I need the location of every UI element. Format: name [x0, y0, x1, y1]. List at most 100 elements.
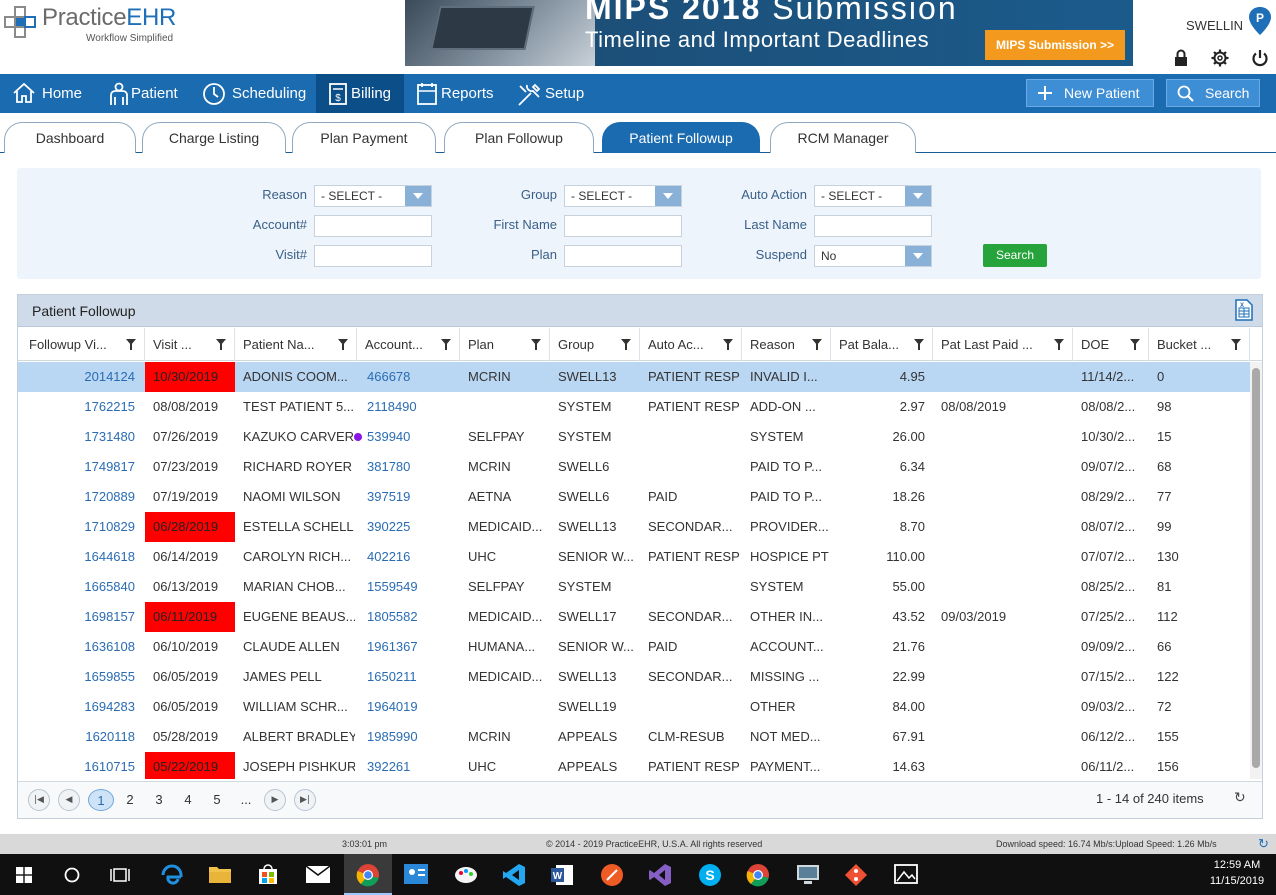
filter-icon[interactable] [723, 339, 733, 350]
table-row[interactable]: 1665840 06/13/2019 MARIAN CHOB... 1559549 SE… [18, 572, 1250, 602]
cell-followup[interactable]: 1620118 [21, 722, 135, 752]
lock-icon[interactable] [1173, 49, 1189, 67]
new-patient-button[interactable]: New Patient [1026, 79, 1154, 107]
table-row[interactable]: 1694283 06/05/2019 WILLIAM SCHR... 1964019 S… [18, 692, 1250, 722]
cell-account[interactable]: 1985990 [367, 722, 457, 752]
task-view-button[interactable] [96, 854, 144, 895]
cell-followup[interactable]: 1749817 [21, 452, 135, 482]
cell-account[interactable]: 402216 [367, 542, 457, 572]
cell-followup[interactable]: 1731480 [21, 422, 135, 452]
plan-input[interactable] [564, 245, 682, 267]
cell-followup[interactable]: 1610715 [21, 752, 135, 779]
taskbar-visual-studio[interactable] [636, 854, 684, 895]
mips-submission-button[interactable]: MIPS Submission >> [985, 30, 1125, 60]
cell-account[interactable]: 397519 [367, 482, 457, 512]
gear-icon[interactable] [1211, 49, 1229, 67]
taskbar-contacts[interactable] [392, 854, 440, 895]
page-2-button[interactable]: 2 [117, 789, 143, 811]
col-group[interactable]: Group [550, 328, 640, 361]
nav-setup[interactable]: Setup [504, 74, 596, 113]
filter-icon[interactable] [1231, 339, 1241, 350]
speed-refresh-icon[interactable]: ↻ [1258, 834, 1269, 854]
filter-icon[interactable] [531, 339, 541, 350]
page-3-button[interactable]: 3 [146, 789, 172, 811]
filter-icon[interactable] [1054, 339, 1064, 350]
page-4-button[interactable]: 4 [175, 789, 201, 811]
nav-billing[interactable]: $ Billing [316, 74, 404, 113]
nav-scheduling[interactable]: Scheduling [190, 74, 316, 113]
account-number[interactable]: 539940 [367, 429, 410, 444]
col-plan[interactable]: Plan [460, 328, 550, 361]
cell-followup[interactable]: 1644618 [21, 542, 135, 572]
reason-select[interactable]: - SELECT - [314, 185, 432, 207]
taskbar-chrome-2[interactable] [734, 854, 782, 895]
cell-followup[interactable]: 2014124 [21, 362, 135, 392]
last-page-button[interactable]: ▶| [294, 789, 316, 811]
cell-account[interactable]: 1961367 [367, 632, 457, 662]
taskbar-word[interactable]: W [538, 854, 586, 895]
last-name-input[interactable] [814, 215, 932, 237]
cell-account[interactable]: 2118490 [367, 392, 457, 422]
table-row[interactable]: 1749817 07/23/2019 RICHARD ROYER 381780 MCRI… [18, 452, 1250, 482]
cell-followup[interactable]: 1710829 [21, 512, 135, 542]
col-pat-balance[interactable]: Pat Bala... [831, 328, 933, 361]
filter-icon[interactable] [1130, 339, 1140, 350]
col-followup-visit[interactable]: Followup Vi... [21, 328, 145, 361]
refresh-icon[interactable]: ↻ [1234, 790, 1246, 806]
group-select[interactable]: - SELECT - [564, 185, 682, 207]
nav-reports[interactable]: Reports [404, 74, 504, 113]
cell-account[interactable]: 1650211 [367, 662, 457, 692]
table-row[interactable]: 1620118 05/28/2019 ALBERT BRADLEY 1985990 MC… [18, 722, 1250, 752]
filter-icon[interactable] [216, 339, 226, 350]
suspend-select[interactable]: No [814, 245, 932, 267]
filter-icon[interactable] [914, 339, 924, 350]
scrollbar-thumb[interactable] [1252, 368, 1260, 768]
cell-followup[interactable]: 1698157 [21, 602, 135, 632]
first-page-button[interactable]: |◀ [28, 789, 50, 811]
filter-search-button[interactable]: Search [983, 244, 1047, 267]
location-pin-icon[interactable]: P [1248, 6, 1272, 36]
table-row[interactable]: 1659855 06/05/2019 JAMES PELL 1650211 MEDICA… [18, 662, 1250, 692]
col-account[interactable]: Account... [357, 328, 460, 361]
col-visit-date[interactable]: Visit ... [145, 328, 235, 361]
cell-account[interactable]: 1559549 [367, 572, 457, 602]
table-row[interactable]: 1720889 07/19/2019 NAOMI WILSON 397519 AETNA… [18, 482, 1250, 512]
visit-input[interactable] [314, 245, 432, 267]
taskbar-mail[interactable] [294, 854, 342, 895]
cell-account[interactable]: 539940 [354, 422, 457, 452]
table-row[interactable]: 1644618 06/14/2019 CAROLYN RICH... 402216 UH… [18, 542, 1250, 572]
cell-followup[interactable]: 1762215 [21, 392, 135, 422]
taskbar-remote[interactable] [784, 854, 832, 895]
global-search-button[interactable]: Search [1166, 79, 1260, 107]
cell-account[interactable]: 392261 [367, 752, 457, 779]
filter-icon[interactable] [621, 339, 631, 350]
taskbar-clock[interactable]: 12:59 AM 11/15/2019 [1200, 857, 1274, 889]
taskbar-postman[interactable] [588, 854, 636, 895]
taskbar-store[interactable] [244, 854, 292, 895]
taskbar-chrome[interactable] [344, 854, 392, 895]
col-bucket[interactable]: Bucket ... [1149, 328, 1250, 361]
tab-plan-followup[interactable]: Plan Followup [444, 122, 594, 153]
auto-action-select[interactable]: - SELECT - [814, 185, 932, 207]
power-icon[interactable] [1251, 49, 1269, 67]
cell-followup[interactable]: 1665840 [21, 572, 135, 602]
table-row[interactable]: 1710829 06/28/2019 ESTELLA SCHELL 390225 MED… [18, 512, 1250, 542]
filter-icon[interactable] [126, 339, 136, 350]
prev-page-button[interactable]: ◀ [58, 789, 80, 811]
col-pat-last-paid[interactable]: Pat Last Paid ... [933, 328, 1073, 361]
cell-account[interactable]: 466678 [367, 362, 457, 392]
cell-followup[interactable]: 1636108 [21, 632, 135, 662]
table-row[interactable]: 1636108 06/10/2019 CLAUDE ALLEN 1961367 HUMA… [18, 632, 1250, 662]
first-name-input[interactable] [564, 215, 682, 237]
page-5-button[interactable]: 5 [204, 789, 230, 811]
table-row[interactable]: 1698157 06/11/2019 EUGENE BEAUS... 1805582 M… [18, 602, 1250, 632]
taskbar-paint[interactable] [442, 854, 490, 895]
excel-export-icon[interactable]: X [1234, 299, 1254, 321]
filter-icon[interactable] [338, 339, 348, 350]
cell-account[interactable]: 1805582 [367, 602, 457, 632]
tab-charge-listing[interactable]: Charge Listing [142, 122, 286, 153]
taskbar-photos[interactable] [882, 854, 930, 895]
filter-icon[interactable] [441, 339, 451, 350]
table-row[interactable]: 1731480 07/26/2019 KAZUKO CARVER 539940 SELF… [18, 422, 1250, 452]
col-patient-name[interactable]: Patient Na... [235, 328, 357, 361]
